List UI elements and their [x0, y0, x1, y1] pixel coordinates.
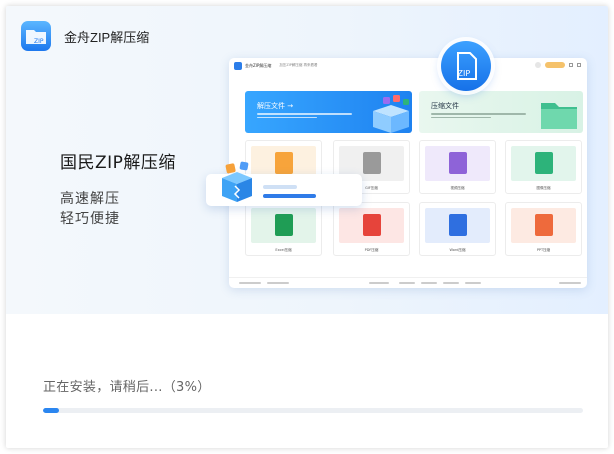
preview-tile-ppt: PPT压缩	[505, 202, 582, 256]
preview-vip-badge	[545, 62, 565, 68]
preview-tile-word: Word压缩	[419, 202, 496, 256]
preview-tile-label: 视频压缩	[450, 186, 465, 190]
install-status-text: 正在安装，请稍后...（3%）	[43, 380, 211, 395]
preview-title-bar: 金舟ZIP解压缩 加压ZIP解压缩 再来看看	[229, 58, 587, 73]
excel-file-icon	[275, 214, 293, 236]
app-preview-illustration: 金舟ZIP解压缩 加压ZIP解压缩 再来看看 解压文件 → 压缩文件 GIF压缩…	[229, 58, 587, 288]
preview-tile-label: Excel压缩	[275, 248, 292, 252]
preview-tile-label: 图像压缩	[536, 186, 551, 190]
preview-extract-desc	[257, 113, 352, 121]
installer-window: ZIP 金舟ZIP解压缩 国民ZIP解压缩 高速解压 轻巧便捷 金舟ZIP解压缩…	[6, 6, 608, 448]
product-name: 国民ZIP解压缩	[60, 153, 176, 173]
photo-file-icon	[535, 152, 553, 174]
progress-bar-illustration	[263, 194, 316, 198]
gif-file-icon	[363, 152, 381, 174]
install-progress-bar	[43, 408, 583, 413]
preview-tile-label: PDF压缩	[364, 248, 379, 252]
preview-menu: 加压ZIP解压缩 再来看看	[279, 63, 318, 67]
pdf-file-icon	[363, 214, 381, 236]
preview-window-controls	[535, 62, 581, 68]
preview-window-title: 金舟ZIP解压缩	[245, 62, 272, 68]
preview-tile-label: PPT压缩	[536, 248, 551, 252]
video-file-icon	[449, 152, 467, 174]
preview-tile-label: Word压缩	[449, 248, 466, 252]
svg-text:ZIP: ZIP	[34, 38, 44, 45]
feature-lightweight: 轻巧便捷	[60, 211, 120, 227]
preview-extract-title: 解压文件 →	[257, 102, 294, 110]
svg-text:ZIP: ZIP	[458, 69, 471, 78]
install-progress-fill	[43, 408, 60, 413]
progress-label-placeholder	[263, 185, 297, 189]
preview-extract-card: 解压文件 →	[245, 91, 412, 133]
hero-banner: ZIP 金舟ZIP解压缩 国民ZIP解压缩 高速解压 轻巧便捷 金舟ZIP解压缩…	[6, 6, 608, 314]
folder-icon	[541, 103, 577, 129]
feature-fast-extract: 高速解压	[60, 191, 120, 207]
app-logo-icon: ZIP	[20, 20, 52, 52]
preview-window-icon	[577, 63, 581, 67]
zip-badge-icon: ZIP	[441, 41, 491, 91]
preview-tile-pdf: PDF压缩	[333, 202, 410, 256]
preview-compress-desc	[431, 113, 526, 121]
preview-window-icon	[569, 63, 573, 67]
image-file-icon	[275, 152, 293, 174]
preview-compress-card: 压缩文件	[419, 91, 583, 133]
preview-tile-excel: Excel压缩	[245, 202, 322, 256]
title-bar: ZIP 金舟ZIP解压缩	[20, 20, 149, 52]
preview-logo-icon	[234, 61, 242, 70]
preview-tile-video: 视频压缩	[419, 140, 496, 194]
app-title: 金舟ZIP解压缩	[64, 29, 150, 45]
preview-tile-photo: 图像压缩	[505, 140, 582, 194]
open-box-icon	[373, 95, 409, 133]
word-file-icon	[449, 214, 467, 236]
gift-box-icon	[222, 161, 252, 202]
preview-compress-title: 压缩文件	[431, 102, 459, 110]
preview-footer	[229, 277, 587, 288]
extract-progress-card	[206, 161, 362, 206]
preview-avatar-icon	[535, 62, 541, 68]
ppt-file-icon	[535, 214, 553, 236]
